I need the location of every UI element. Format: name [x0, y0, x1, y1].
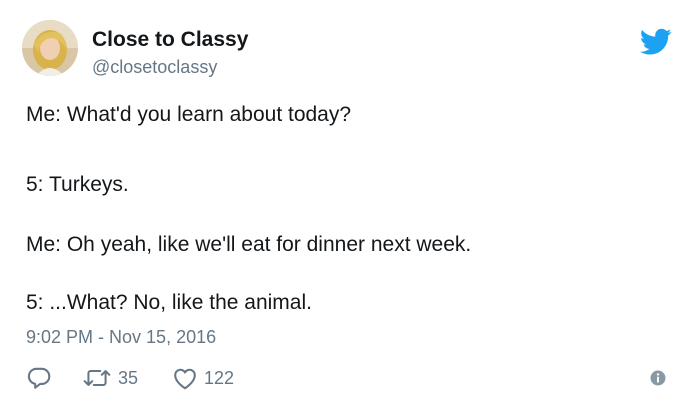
tweet-text-line: 5: ...What? No, like the animal. [26, 291, 312, 314]
retweet-icon [82, 365, 112, 391]
heart-icon [172, 366, 198, 390]
tweet-text-line: Me: Oh yeah, like we'll eat for dinner n… [26, 233, 472, 256]
like-count: 122 [204, 368, 235, 388]
avatar[interactable] [22, 20, 78, 76]
author-display-name[interactable]: Close to Classy [92, 28, 248, 52]
twitter-bird-icon[interactable] [640, 28, 676, 58]
like-button[interactable]: 122 [172, 364, 234, 392]
retweet-count: 35 [118, 368, 139, 388]
author-handle[interactable]: @closetoclassy [92, 56, 217, 78]
reply-icon [26, 365, 52, 391]
retweet-button[interactable]: 35 [82, 364, 138, 392]
reply-button[interactable] [26, 364, 52, 392]
info-icon[interactable] [650, 370, 666, 386]
tweet-timestamp[interactable]: 9:02 PM - Nov 15, 2016 [26, 326, 216, 348]
tweet-text-line: 5: Turkeys. [26, 173, 129, 196]
tweet-text-line: Me: What'd you learn about today? [26, 103, 352, 126]
tweet-card: Close to Classy @closetoclassy Me: What'… [0, 0, 700, 409]
